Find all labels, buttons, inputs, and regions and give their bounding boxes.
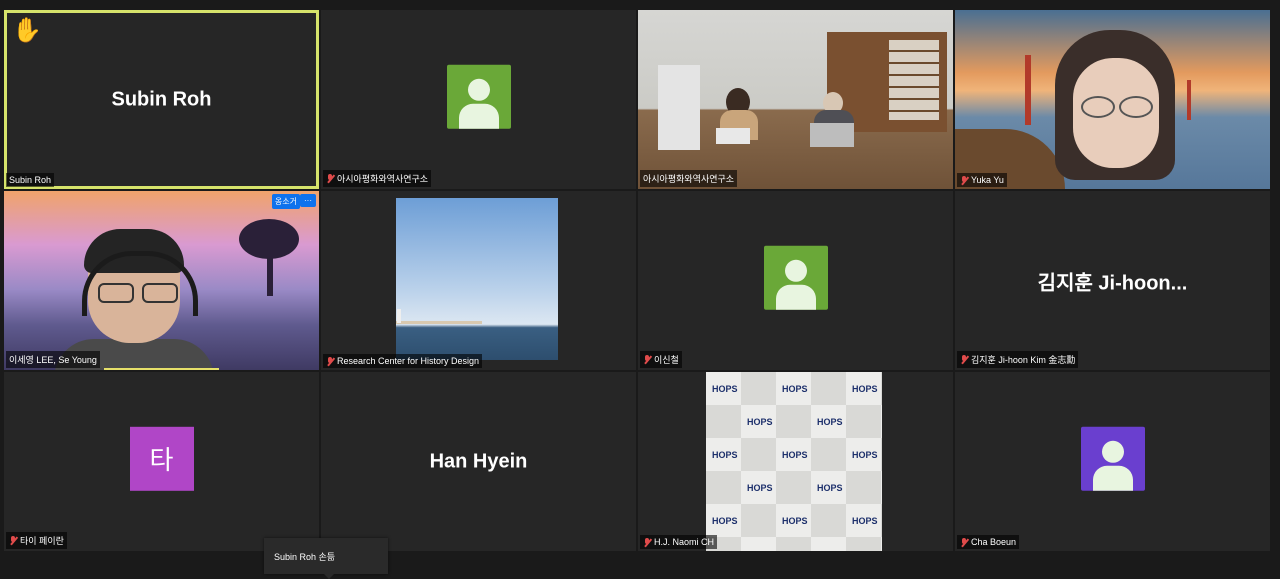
tooltip-text: Subin Roh 손듦 (274, 551, 336, 562)
hops-logo: HOPS (782, 450, 808, 460)
hops-logo: HOPS (782, 516, 808, 526)
video-tile-tai-peiran[interactable]: 타 타이 페이란 (4, 372, 319, 551)
video-tile-naomi-ch[interactable]: HOPS HOPS HOPS HOPS HOPS HOPS HOPS HOPS … (638, 372, 953, 551)
hops-logo: HOPS (817, 417, 843, 427)
hops-logo: HOPS (747, 483, 773, 493)
participant-name-label: 이세영 LEE, Se Young (6, 351, 100, 368)
video-tile-lee-shin-cheol[interactable]: 이신철 (638, 191, 953, 370)
hops-backdrop: HOPS HOPS HOPS HOPS HOPS HOPS HOPS HOPS … (706, 372, 882, 551)
more-options-button[interactable]: ··· (300, 194, 316, 207)
participant-name-label: 타이 페이란 (6, 532, 67, 549)
participant-name-label: Yuka Yu (957, 173, 1007, 187)
participant-name: Yuka Yu (971, 175, 1004, 185)
bridge-background (955, 10, 1270, 189)
mic-muted-icon (9, 536, 17, 545)
participant-name-label: 아시아평화와역사연구소 (640, 170, 738, 187)
participant-name-label: 이신철 (640, 351, 682, 368)
seascape-image (396, 198, 558, 360)
participant-name: 김지훈 Ji-hoon Kim 金志勳 (971, 355, 1076, 365)
hops-logo: HOPS (852, 516, 878, 526)
person-icon (763, 245, 828, 310)
participant-name: 아시아평화와역사연구소 (643, 174, 735, 184)
video-tile-yuka-yu[interactable]: Yuka Yu (955, 10, 1270, 189)
participant-name: H.J. Naomi CH (654, 537, 715, 547)
raised-hand-icon: ✋ (12, 17, 42, 44)
hops-logo: HOPS (817, 483, 843, 493)
participant-name: 아시아평화와역사연구소 (337, 174, 429, 184)
office-video-feed (638, 10, 953, 189)
participant-name-label: Research Center for History Design (323, 354, 483, 368)
letter-avatar: 타 (129, 426, 194, 491)
hops-logo: HOPS (712, 516, 738, 526)
participant-name: Cha Boeun (971, 537, 1017, 547)
participant-name-label: Subin Roh (6, 173, 55, 187)
video-tile-lee-se-young[interactable]: 옹소거 ··· 이세영 LEE, Se Young (4, 191, 319, 370)
mic-muted-icon (643, 537, 651, 547)
hops-logo: HOPS (747, 417, 773, 427)
sunset-background (4, 191, 319, 370)
mic-muted-icon (960, 175, 968, 185)
mic-muted-icon (960, 537, 968, 547)
mic-muted-icon (326, 174, 334, 183)
video-tile-subin-roh[interactable]: ✋ Subin Roh Subin Roh (4, 10, 319, 189)
mic-muted-icon (326, 356, 334, 366)
hops-logo: HOPS (852, 384, 878, 394)
participant-display-name: 김지훈 Ji-hoon... (1037, 272, 1188, 294)
hops-logo: HOPS (712, 384, 738, 394)
participant-name-label: H.J. Naomi CH (640, 535, 718, 549)
participant-name: 이세영 LEE, Se Young (9, 355, 97, 365)
mic-muted-icon (960, 355, 968, 364)
gallery-grid: ✋ Subin Roh Subin Roh 아시아평화와역사연구소 아시아평화와… (4, 10, 1270, 551)
participant-display-name: Subin Roh (111, 88, 212, 110)
participant-name-label: 아시아평화와역사연구소 (323, 170, 432, 187)
hops-logo: HOPS (712, 450, 738, 460)
video-tile-han-hyein[interactable]: Han Hyein (321, 372, 636, 551)
participant-name: 타이 페이란 (20, 536, 64, 546)
mic-muted-icon (643, 355, 651, 364)
video-tile-cha-boeun[interactable]: Cha Boeun (955, 372, 1270, 551)
speaking-indicator (104, 368, 219, 370)
video-tile-research-center[interactable]: Research Center for History Design (321, 191, 636, 370)
participant-name: Research Center for History Design (337, 356, 480, 366)
video-tile-asia-peace-institute-room[interactable]: 아시아평화와역사연구소 (638, 10, 953, 189)
participant-name: 이신철 (654, 355, 679, 365)
video-tile-asia-peace-institute[interactable]: 아시아평화와역사연구소 (321, 10, 636, 189)
raised-hand-tooltip: Subin Roh 손듦 (264, 538, 388, 579)
participant-display-name: Han Hyein (429, 450, 528, 472)
participant-name: Subin Roh (9, 175, 52, 185)
hops-logo: HOPS (782, 384, 808, 394)
person-icon (446, 64, 511, 129)
participant-name-label: 김지훈 Ji-hoon Kim 金志勳 (957, 351, 1079, 368)
tile-badge[interactable]: 옹소거 (271, 194, 300, 209)
video-tile-kim-ji-hoon[interactable]: 김지훈 Ji-hoon... 김지훈 Ji-hoon Kim 金志勳 (955, 191, 1270, 370)
person-icon (1080, 426, 1145, 491)
hops-logo: HOPS (852, 450, 878, 460)
participant-name-label: Cha Boeun (957, 535, 1020, 549)
